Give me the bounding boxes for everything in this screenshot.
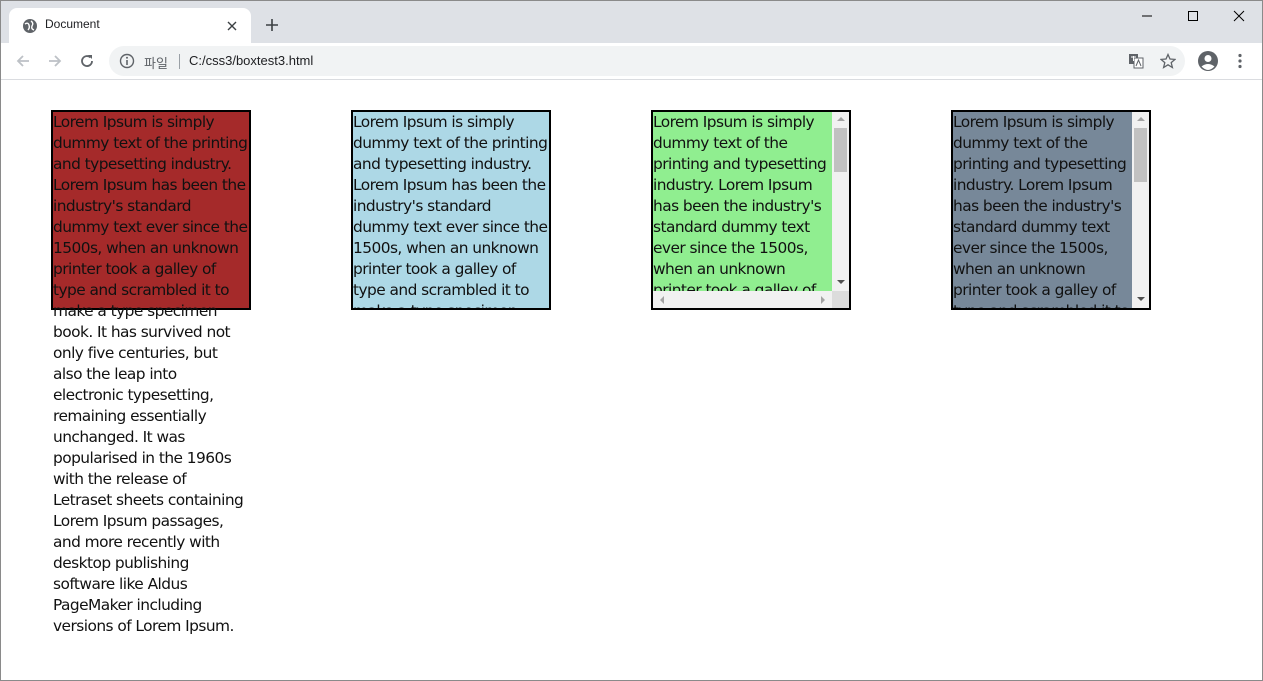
reload-icon[interactable] — [75, 49, 99, 73]
scroll-left-icon[interactable] — [655, 291, 669, 308]
scroll-up-icon[interactable] — [1132, 112, 1149, 126]
tab-document[interactable]: Document — [9, 8, 251, 44]
box-overflow-auto[interactable]: Lorem Ipsum is simply dummy text of the … — [951, 110, 1151, 310]
window-close-icon[interactable] — [1216, 1, 1262, 31]
tab-strip: Document — [1, 1, 1262, 44]
star-icon[interactable] — [1159, 52, 1177, 70]
translate-icon[interactable] — [1127, 52, 1145, 70]
forward-icon[interactable] — [43, 49, 67, 73]
tab-title: Document — [45, 17, 100, 31]
close-icon[interactable] — [223, 17, 241, 35]
scrollbar-corner — [832, 291, 849, 308]
scroll-down-icon[interactable] — [832, 275, 849, 289]
page-content: Lorem Ipsum is simply dummy text of the … — [1, 80, 1262, 679]
vertical-scrollbar[interactable] — [1132, 112, 1149, 308]
scroll-viewport[interactable]: Lorem Ipsum is simply dummy text of the … — [653, 112, 832, 291]
box-text: Lorem Ipsum is simply dummy text of the … — [953, 113, 1130, 308]
address-divider — [179, 54, 180, 69]
info-icon[interactable] — [119, 53, 135, 69]
scroll-up-icon[interactable] — [832, 112, 849, 126]
menu-icon[interactable] — [1228, 49, 1252, 73]
box-text: Lorem Ipsum is simply dummy text of the … — [53, 113, 248, 635]
address-bar[interactable]: 파일 C:/css3/boxtest3.html — [109, 46, 1185, 76]
address-url[interactable]: C:/css3/boxtest3.html — [189, 53, 313, 68]
scroll-down-icon[interactable] — [1132, 292, 1149, 306]
plus-icon[interactable] — [261, 14, 283, 36]
globe-icon — [22, 18, 38, 34]
box-overflow-visible: Lorem Ipsum is simply dummy text of the … — [51, 110, 251, 635]
account-icon[interactable] — [1196, 49, 1220, 73]
minimize-icon[interactable] — [1124, 1, 1170, 31]
box-text: Lorem Ipsum is simply dummy text of the … — [653, 113, 827, 291]
maximize-icon[interactable] — [1170, 1, 1216, 31]
scrollbar-thumb[interactable] — [1134, 128, 1147, 182]
back-icon[interactable] — [11, 49, 35, 73]
scroll-right-icon[interactable] — [816, 291, 830, 308]
box-overflow-scroll[interactable]: Lorem Ipsum is simply dummy text of the … — [651, 110, 851, 310]
vertical-scrollbar[interactable] — [832, 112, 849, 291]
box-overflow-hidden: Lorem Ipsum is simply dummy text of the … — [351, 110, 551, 310]
horizontal-scrollbar[interactable] — [653, 291, 832, 308]
scrollbar-thumb[interactable] — [834, 128, 847, 172]
box-text: Lorem Ipsum is simply dummy text of the … — [353, 113, 548, 308]
toolbar: 파일 C:/css3/boxtest3.html — [1, 43, 1262, 80]
address-scheme: 파일 — [144, 57, 168, 72]
scroll-viewport[interactable]: Lorem Ipsum is simply dummy text of the … — [953, 112, 1132, 308]
